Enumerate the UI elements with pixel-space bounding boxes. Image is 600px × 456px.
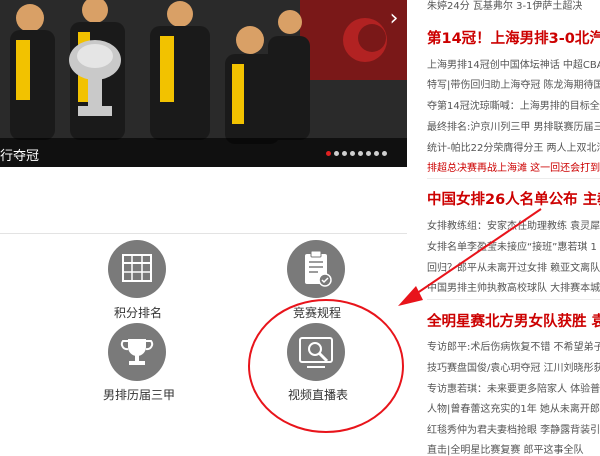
news-item[interactable]: 女排名单李盈莹未接应“接班”惠若琪 1 [427, 238, 597, 253]
annotation-arrowhead [398, 286, 423, 306]
tile-label-rules[interactable]: 竞赛规程 [293, 304, 341, 321]
slider-dot[interactable] [366, 151, 371, 156]
news-item[interactable]: 上海男排14冠创中国体坛神话 中超CBA都 [427, 56, 600, 71]
slider-dot[interactable] [326, 151, 331, 156]
trophy-icon[interactable] [108, 323, 166, 381]
news-item[interactable]: 技巧赛盘国俊/袁心玥夺冠 江川刘晓彤获 [427, 359, 600, 374]
grid-top-border [0, 233, 407, 234]
news-item[interactable]: 排超总决赛再战上海滩 这一回还会打到 [427, 159, 600, 174]
slider-dot[interactable] [382, 151, 387, 156]
news-top-line[interactable]: 朱婷24分 瓦基弗尔 3-1伊萨土超决 [427, 0, 582, 12]
news-item[interactable]: 红毯秀仲为君夫妻档抢眼 李静露背装引侧 [427, 421, 600, 436]
slider-dot[interactable] [334, 151, 339, 156]
slider-dot[interactable] [358, 151, 363, 156]
clipboard-checklist-icon[interactable] [287, 240, 345, 298]
news-item[interactable]: 统计-帕比22分荣膺得分王 两人上双北汽 [427, 139, 600, 154]
slide-caption[interactable]: 行夺冠 [0, 145, 39, 164]
news-item[interactable]: 女排教练组：安家杰任助理教练 袁灵犀成 [427, 217, 600, 232]
slider-dots [326, 151, 387, 156]
headline-1[interactable]: 第14冠！上海男排3-0北汽 实 [427, 27, 600, 48]
news-item[interactable]: 人物|曾春蕾这充实的1年 她从未离开郎平 [427, 400, 600, 415]
news-item[interactable]: 夺第14冠沈琼嘶喊：上海男排的目标全超 [427, 97, 600, 112]
news-item[interactable]: 直击|全明星比赛复赛 郎平这事全队 [427, 441, 584, 456]
headline-2[interactable]: 中国女排26人名单公布 主教 [427, 188, 600, 209]
slider-dot[interactable] [342, 151, 347, 156]
news-item[interactable]: 专访郎平:术后伤病恢复不错 不希望弟子全 [427, 338, 600, 353]
tile-label-video-schedule[interactable]: 视频直播表 [288, 386, 348, 403]
news-item[interactable]: 中国男排主帅执教高校球队 大排赛本城 [427, 279, 600, 294]
video-schedule-icon[interactable] [287, 323, 345, 381]
next-slide-arrow-icon[interactable]: › [383, 4, 405, 34]
tile-label-standings[interactable]: 积分排名 [114, 304, 162, 321]
news-item[interactable]: 特写|带伤回归助上海夺冠 陈龙海期待国家 [427, 76, 600, 91]
slider-dot[interactable] [350, 151, 355, 156]
news-item[interactable]: 回归？郎平从未离开过女排 赖亚文离队看 [427, 259, 600, 274]
slider-dot[interactable] [374, 151, 379, 156]
news-item[interactable]: 最终排名:沪京川列三甲 男排联赛历届三 [427, 118, 600, 133]
news-separator [427, 178, 600, 179]
news-separator [427, 299, 600, 300]
headline-3[interactable]: 全明星赛北方男女队获胜 袁心 [427, 310, 600, 331]
photo-slider[interactable]: › 行夺冠 [0, 0, 407, 167]
standings-table-icon[interactable] [108, 240, 166, 298]
news-item[interactable]: 专访惠若琪：未来要更多陪家人 体验普通 [427, 380, 600, 395]
tile-label-men-top3[interactable]: 男排历届三甲 [103, 386, 175, 403]
news-item-highlight[interactable]: 排超总决赛再战上海滩 这一回还会打到 [427, 163, 600, 174]
